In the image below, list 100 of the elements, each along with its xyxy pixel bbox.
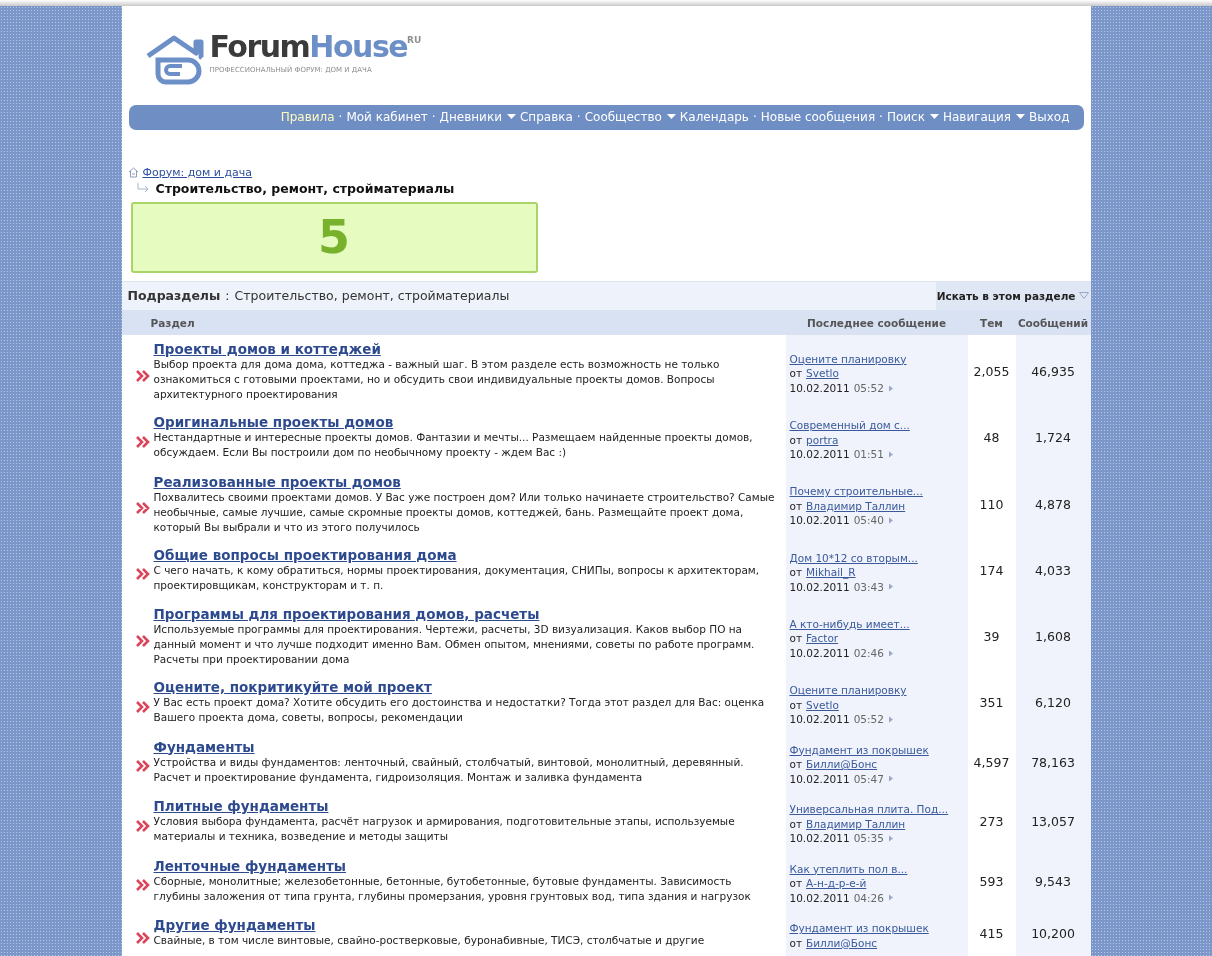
nav-link[interactable]: Навигация xyxy=(942,110,1026,125)
forum-description: Условия выбора фундамента, расчёт нагрузок и армирования, подготовительные этапы, используемые материалы и техника, возведение и методы защиты xyxy=(153,814,736,844)
author-link[interactable]: Svetlo xyxy=(806,697,839,712)
forum-title-link[interactable]: Реализованные проекты домов xyxy=(153,473,780,490)
forum-description: С чего начать, к кому обратиться, нормы проектирования, документация, СНИПы, вопросы к архитекторам, проектировщикам, конструкторам и т. п. xyxy=(153,563,761,593)
author-link[interactable]: Билли@Бонс xyxy=(806,935,878,950)
return-arrow-icon xyxy=(135,183,150,194)
banner: 5 xyxy=(130,201,538,273)
nav-link[interactable]: Новые сообщения xyxy=(760,110,876,125)
post-count: 13,057 xyxy=(1031,814,1075,830)
forum-title-link[interactable]: Другие фундаменты xyxy=(153,917,780,933)
thread-link[interactable]: Фундамент из покрышек xyxy=(789,742,964,757)
author-link[interactable]: Владимир Таллин xyxy=(806,498,906,514)
go-to-post-icon[interactable] xyxy=(887,517,894,524)
post-date: 10.02.2011 xyxy=(789,579,850,594)
by-label: от xyxy=(789,631,803,646)
author-link[interactable]: portra xyxy=(806,432,839,447)
forum-title-link[interactable]: Фундаменты xyxy=(153,738,780,755)
thread-link[interactable]: Почему строительные... xyxy=(789,484,964,499)
post-time: 05:40 xyxy=(853,513,884,528)
post-count: 1,608 xyxy=(1035,629,1071,644)
thread-link[interactable]: Фундамент из покрышек xyxy=(789,921,964,936)
go-to-post-icon[interactable] xyxy=(887,894,894,902)
double-chevron-icon xyxy=(135,700,151,713)
forum-title-link[interactable]: Оцените, покритикуйте мой проект xyxy=(153,679,780,695)
post-date: 10.02.2011 xyxy=(789,447,850,462)
post-date: 10.02.2011 xyxy=(789,645,850,661)
post-time: 05:52 xyxy=(853,380,884,396)
logo-wordmark: ForumHouse$^{RU}$ xyxy=(209,30,422,64)
forum-title-link[interactable]: Оригинальные проекты домов xyxy=(153,414,780,430)
column-header: Раздел xyxy=(150,316,195,329)
double-chevron-icon xyxy=(135,931,151,944)
post-time: 05:35 xyxy=(853,831,884,846)
topic-count: 4,597 xyxy=(973,754,1010,770)
topic-count: 39 xyxy=(983,629,1000,644)
author-link[interactable]: Владимир Таллин xyxy=(806,816,906,831)
topic-count: 351 xyxy=(979,695,1004,711)
post-time: 04:26 xyxy=(853,890,884,905)
thread-link[interactable]: Оцените планировку xyxy=(789,683,964,698)
caret-icon[interactable] xyxy=(1016,114,1026,120)
topic-count: 593 xyxy=(979,873,1004,889)
post-count: 6,120 xyxy=(1035,695,1071,711)
nav-link[interactable]: Сообщество xyxy=(584,110,676,125)
caret-icon[interactable] xyxy=(506,114,516,120)
go-to-post-icon[interactable] xyxy=(887,649,894,657)
go-to-post-icon[interactable] xyxy=(887,583,894,591)
thread-link[interactable]: Оцените планировку xyxy=(789,351,964,367)
nav-link[interactable]: Выход xyxy=(1029,110,1070,125)
forum-title-link[interactable]: Ленточные фундаменты xyxy=(153,857,780,874)
go-to-post-icon[interactable] xyxy=(887,715,894,723)
forum-description: Свайные, в том числе винтовые, свайно-ростверковые, буронабивные, ТИСЭ, столбчатые и другие xyxy=(153,933,706,948)
post-time: 05:52 xyxy=(853,712,884,727)
forum-title-link[interactable]: Общие вопросы проектирования дома xyxy=(153,546,780,563)
page-title: Строительство, ремонт, стройматериалы xyxy=(155,180,455,196)
thread-link[interactable]: Как утеплить пол в... xyxy=(789,861,964,876)
caret-icon[interactable] xyxy=(666,114,676,120)
topic-count: 174 xyxy=(979,562,1004,578)
section-label: Подразделы xyxy=(127,288,221,304)
nav-link[interactable]: Мой кабинет xyxy=(346,110,428,125)
nav-link[interactable]: Поиск xyxy=(886,110,939,125)
forum-title-link[interactable]: Программы для проектирования домов, расчеты xyxy=(153,606,780,622)
go-to-post-icon[interactable] xyxy=(887,834,894,842)
caret-icon[interactable] xyxy=(929,114,939,120)
post-time: 01:51 xyxy=(853,447,884,462)
separator-dot: · xyxy=(431,110,436,125)
post-time: 05:47 xyxy=(853,771,884,786)
forum-title-link[interactable]: Плитные фундаменты xyxy=(153,798,780,814)
go-to-post-icon[interactable] xyxy=(887,384,894,392)
nav-link[interactable]: Дневники xyxy=(439,110,516,125)
author-link[interactable]: Mikhail_R xyxy=(806,565,856,580)
author-link[interactable]: Svetlo xyxy=(806,366,839,381)
thread-link[interactable]: Дом 10*12 со вторым... xyxy=(789,550,964,565)
thread-link[interactable]: Современный дом с... xyxy=(789,418,964,433)
post-date: 10.02.2011 xyxy=(789,771,850,786)
double-chevron-icon xyxy=(135,369,151,382)
go-to-post-icon[interactable] xyxy=(887,775,894,783)
author-link[interactable]: Билли@Бонс xyxy=(806,757,878,772)
topic-count: 48 xyxy=(983,430,1000,446)
thread-link[interactable]: А кто-нибудь имеет... xyxy=(789,616,964,632)
search-section-button[interactable]: Искать в этом разделе xyxy=(935,281,1091,310)
go-to-post-icon[interactable] xyxy=(887,450,894,458)
separator-dot: · xyxy=(752,110,757,125)
post-count: 46,935 xyxy=(1031,364,1075,379)
author-link[interactable]: А-н-д-р-е-й xyxy=(806,876,867,891)
separator-colon: : xyxy=(225,288,230,304)
breadcrumb-link[interactable]: Форум: дом и дача xyxy=(142,165,253,179)
thread-link[interactable]: Универсальная плита. Под... xyxy=(789,802,964,817)
double-chevron-icon xyxy=(135,502,151,514)
nav-link[interactable]: Календарь xyxy=(679,110,749,125)
author-link[interactable]: Factor xyxy=(806,631,839,646)
forum-title-link[interactable]: Проекты домов и коттеджей xyxy=(153,341,780,357)
by-label: от xyxy=(789,498,803,514)
double-chevron-icon xyxy=(135,435,151,448)
dropdown-triangle-icon[interactable] xyxy=(1078,292,1089,300)
column-header: Тем xyxy=(980,316,1003,329)
column-header: Сообщений xyxy=(1017,316,1089,329)
nav-link[interactable]: Справка xyxy=(519,110,573,125)
forum-description: Сборные, монолитные; железобетонные, бетонные, бутобетонные, бутовые фундаменты. Зависимость глубины заложения от типа грунта, глубины промерзания, уровня грунтовых вод, типа здания и нагрузок xyxy=(153,874,752,904)
double-chevron-icon xyxy=(135,760,151,773)
post-date: 10.02.2011 xyxy=(789,513,850,528)
